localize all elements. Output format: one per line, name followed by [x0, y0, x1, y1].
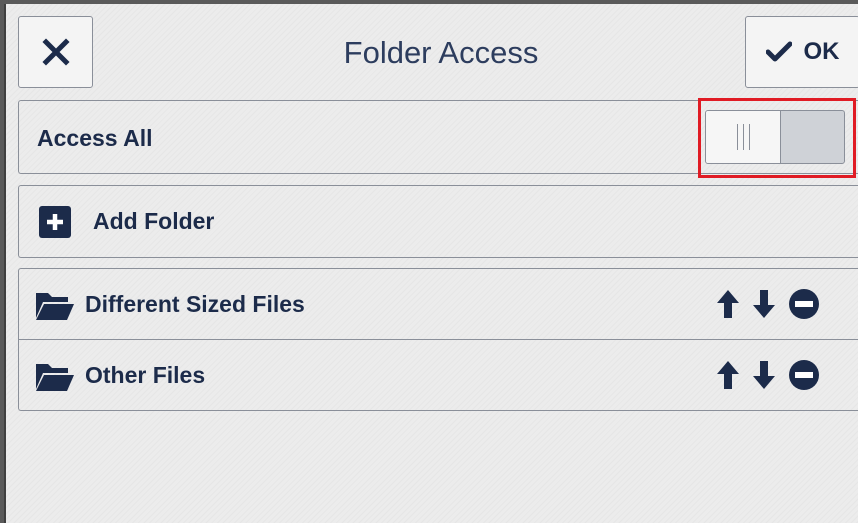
plus-square-icon [39, 206, 71, 238]
arrow-down-icon[interactable] [752, 289, 776, 319]
add-folder-label: Add Folder [93, 208, 215, 234]
folder-access-dialog: Folder Access OK Access All Add Folder D… [4, 4, 858, 523]
remove-icon[interactable] [788, 288, 820, 320]
remove-icon[interactable] [788, 359, 820, 391]
close-icon [41, 38, 70, 66]
folder-list: Different Sized Files Other Files [18, 268, 858, 411]
arrow-up-icon[interactable] [716, 289, 740, 319]
folder-open-icon [36, 364, 74, 391]
arrow-down-icon[interactable] [752, 360, 776, 390]
folder-name: Different Sized Files [85, 291, 305, 317]
folder-open-icon [36, 293, 74, 320]
check-icon [765, 41, 792, 62]
ok-button[interactable]: OK [745, 16, 858, 88]
page-title: Folder Access [343, 35, 539, 70]
arrow-up-icon[interactable] [716, 360, 740, 390]
row-actions [716, 359, 820, 391]
folder-name: Other Files [85, 362, 206, 388]
list-item[interactable]: Different Sized Files [19, 269, 858, 340]
access-all-label: Access All [37, 125, 153, 151]
close-button[interactable] [18, 16, 93, 88]
toggle-highlight-box [698, 98, 856, 178]
list-item[interactable]: Other Files [19, 340, 858, 411]
ok-button-label: OK [803, 38, 840, 65]
add-folder-button[interactable]: Add Folder [18, 185, 858, 258]
row-actions [716, 288, 820, 320]
